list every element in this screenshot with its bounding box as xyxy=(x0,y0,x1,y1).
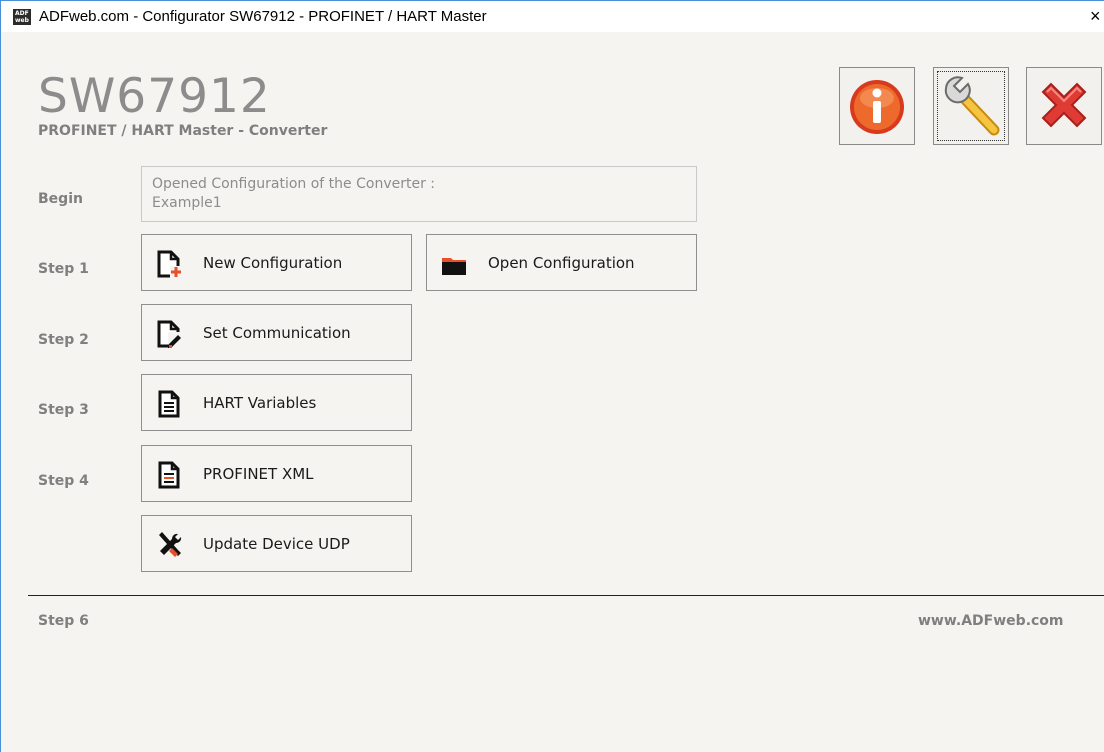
open-configuration-label: Open Configuration xyxy=(488,254,635,272)
opened-config-info: Opened Configuration of the Converter : … xyxy=(141,166,697,222)
info-button[interactable] xyxy=(839,67,915,145)
begin-label: Begin xyxy=(38,191,83,207)
set-communication-label: Set Communication xyxy=(203,324,351,342)
product-code: SW67912 xyxy=(38,69,271,124)
adfweb-app-icon: ADF web xyxy=(13,9,31,25)
step3-label: Step 3 xyxy=(38,402,89,418)
tools-icon xyxy=(159,532,182,557)
website-link[interactable]: www.ADFweb.com xyxy=(918,613,1064,629)
step2-label: Step 2 xyxy=(38,332,89,348)
open-configuration-button[interactable]: Open Configuration xyxy=(426,234,697,291)
new-configuration-button[interactable]: New Configuration xyxy=(141,234,412,291)
app-icon-text-bottom: web xyxy=(15,17,29,24)
update-device-button[interactable]: Update Device UDP xyxy=(141,515,412,572)
new-file-icon xyxy=(157,250,182,278)
new-configuration-label: New Configuration xyxy=(203,254,343,272)
title-bar[interactable]: ADF web ADFweb.com - Configurator SW6791… xyxy=(1,1,1104,32)
red-x-icon xyxy=(1041,82,1087,128)
info-icon xyxy=(850,80,904,134)
step1-label: Step 1 xyxy=(38,261,89,277)
step6-label: Step 6 xyxy=(38,613,89,629)
window-close-button[interactable]: × xyxy=(1090,6,1101,27)
hart-variables-button[interactable]: HART Variables xyxy=(141,374,412,431)
xml-document-icon xyxy=(158,461,180,489)
update-device-label: Update Device UDP xyxy=(203,535,350,553)
window-title: ADFweb.com - Configurator SW67912 - PROF… xyxy=(39,8,487,25)
opened-config-text: Opened Configuration of the Converter : xyxy=(152,176,436,192)
hart-variables-label: HART Variables xyxy=(203,394,317,412)
profinet-xml-button[interactable]: PROFINET XML xyxy=(141,445,412,502)
document-icon xyxy=(158,390,180,418)
exit-button[interactable] xyxy=(1026,67,1102,145)
app-window: ADF web ADFweb.com - Configurator SW6791… xyxy=(0,0,1104,752)
step4-label: Step 4 xyxy=(38,473,89,489)
product-subtitle: PROFINET / HART Master - Converter xyxy=(38,123,328,139)
settings-button[interactable] xyxy=(933,67,1009,145)
footer-divider xyxy=(28,595,1104,596)
folder-icon xyxy=(442,258,466,275)
profinet-xml-label: PROFINET XML xyxy=(203,465,314,483)
wrench-icon xyxy=(944,76,1000,136)
set-communication-button[interactable]: Set Communication xyxy=(141,304,412,361)
edit-file-icon xyxy=(157,320,182,348)
opened-config-name: Example1 xyxy=(152,195,222,211)
